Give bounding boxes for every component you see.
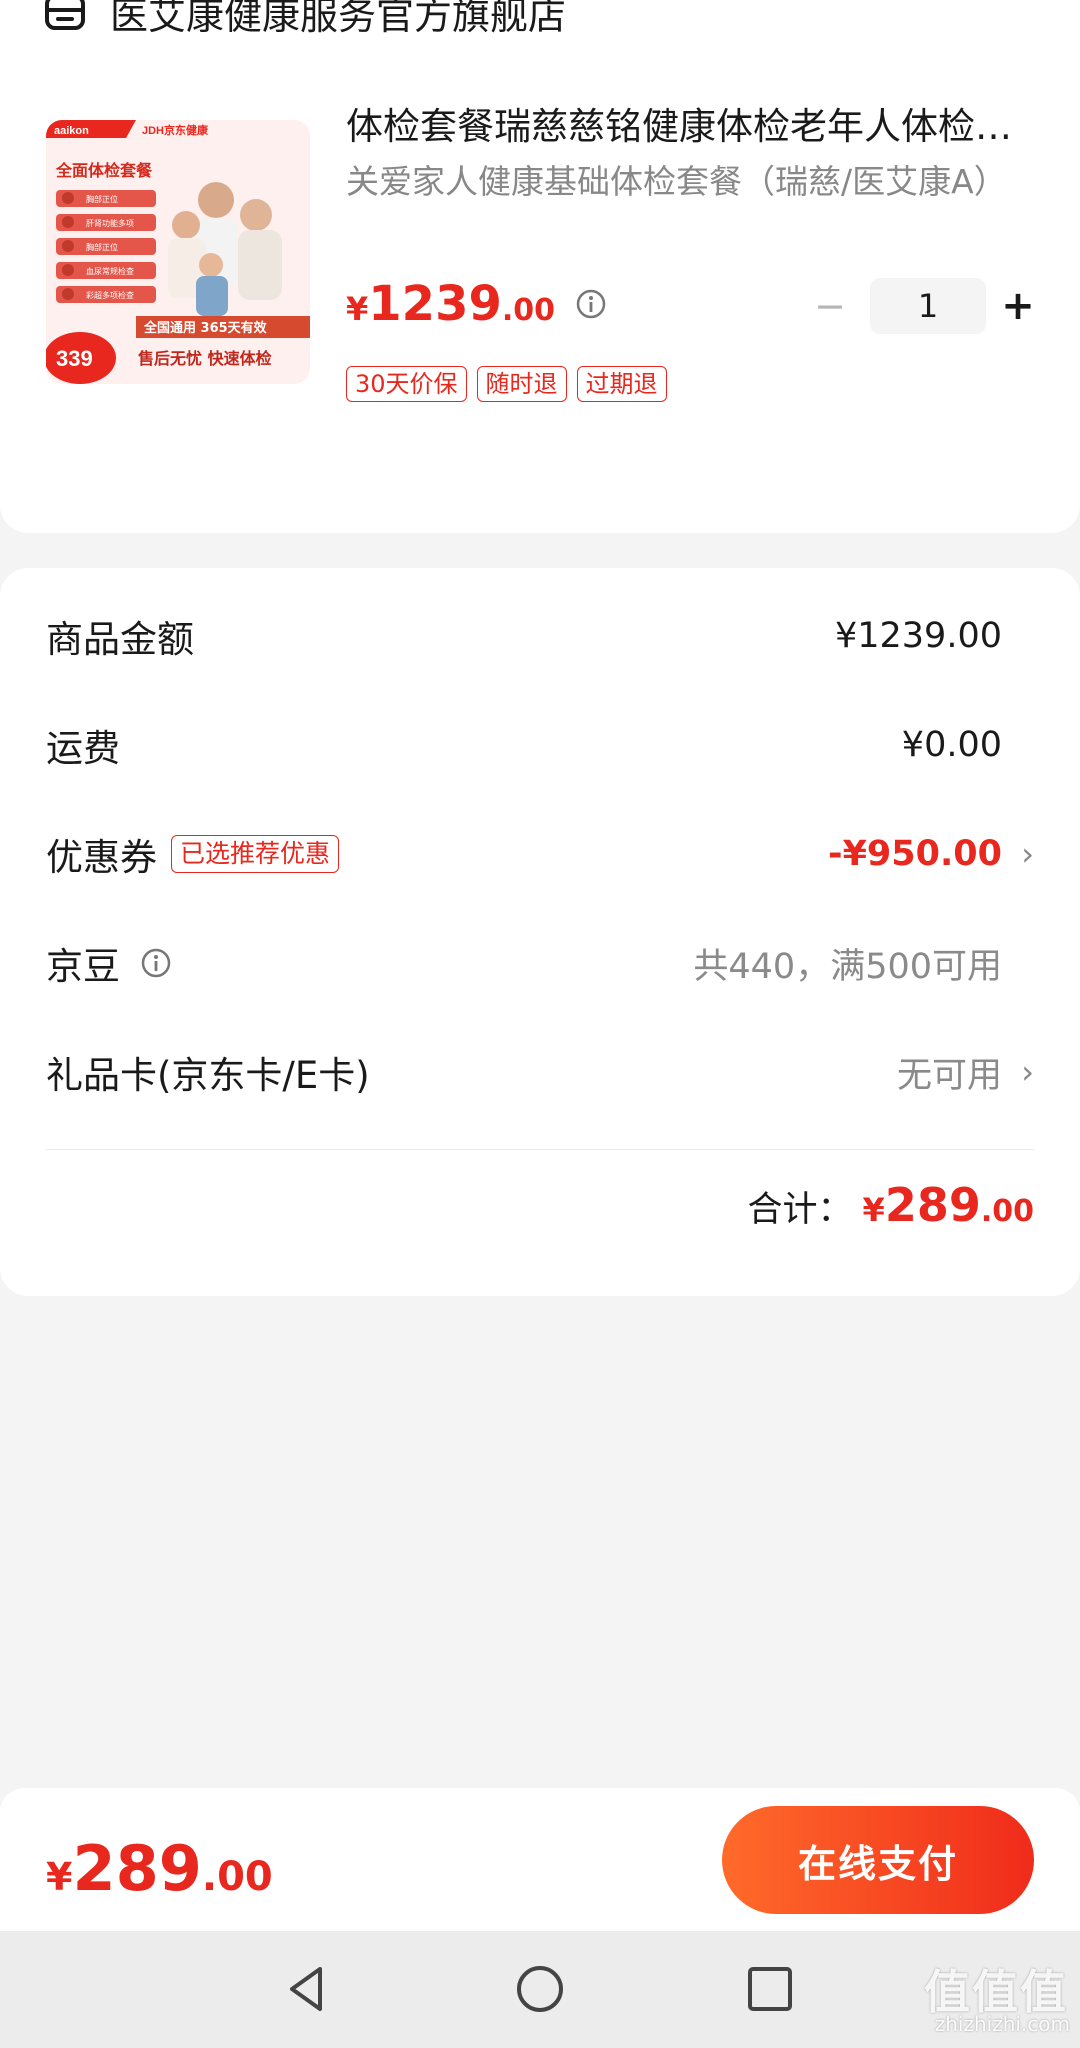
store-header[interactable]: 医艾康健康服务官方旗舰店 (44, 0, 566, 40)
image-check-1: 胸部正位 (86, 194, 118, 204)
shipping-label: 运费 (46, 727, 120, 770)
image-brand-left: aaikon (54, 125, 89, 137)
tag-refund-expired: 过期退 (576, 366, 667, 402)
gift-card-row[interactable]: 礼品卡(京东卡/E卡) 无可用 › (46, 1042, 1034, 1102)
product-subtitle: 关爱家人健康基础体检套餐（瑞慈/医艾康A） (346, 162, 1007, 201)
quantity-decrease-button[interactable]: − (810, 284, 850, 328)
image-badge-price: 339 (56, 346, 93, 371)
coupon-label: 优惠券 (46, 836, 157, 879)
chevron-right-icon: › (1021, 835, 1034, 873)
watermark-url: zhizhizhi.com (934, 2012, 1070, 2036)
total-currency: ¥ (862, 1191, 885, 1229)
coupon-row[interactable]: 优惠券 已选推荐优惠 -¥950.00 › (46, 824, 1034, 884)
image-check-3: 胸部正位 (86, 242, 118, 252)
goods-amount-label: 商品金额 (46, 618, 194, 661)
coupon-recommended-badge: 已选推荐优惠 (171, 835, 340, 873)
coupon-value: -¥950.00 (828, 834, 1002, 874)
checkout-price: ¥ 289 .00 (46, 1832, 273, 1905)
total-label: 合计： (747, 1190, 853, 1230)
recents-icon[interactable] (742, 1961, 798, 2017)
checkout-bar: ¥ 289 .00 在线支付 (0, 1788, 1080, 1931)
product-title[interactable]: 体检套餐瑞慈慈铭健康体检老年人体检套餐 (346, 96, 1036, 150)
image-heading: 全面体检套餐 (55, 161, 153, 180)
image-brand-right: JDH京东健康 (142, 123, 209, 137)
price-currency: ¥ (346, 290, 369, 328)
quantity-stepper: − 1 + (810, 278, 1038, 334)
product-image[interactable]: aaikon JDH京东健康 全面体检套餐 胸部正位 肝肾功能多项 胸部正位 血… (46, 120, 310, 384)
shipping-value: ¥0.00 (901, 725, 1002, 765)
tag-refund-anytime: 随时退 (476, 366, 567, 402)
goods-amount-value: ¥1239.00 (834, 616, 1002, 656)
total-row: 合计： ¥ 289 .00 (748, 1178, 1034, 1232)
checkout-currency: ¥ (46, 1855, 73, 1899)
price-decimal: .00 (501, 293, 556, 328)
quantity-increase-button[interactable]: + (998, 283, 1038, 329)
product-card: 医艾康健康服务官方旗舰店 aaikon JDH京东健康 全面体检套餐 胸部正位 … (0, 0, 1080, 533)
beans-info-icon[interactable] (140, 947, 172, 979)
price-integer: 1239 (368, 276, 502, 332)
image-check-4: 血尿常规检查 (86, 266, 134, 276)
checkout-decimal: .00 (201, 1854, 273, 1900)
checkout-integer: 289 (72, 1832, 202, 1905)
system-nav-bar (0, 1931, 1080, 2048)
summary-divider (46, 1149, 1034, 1150)
shipping-row: 运费 ¥0.00 (46, 715, 1034, 775)
gift-card-value: 无可用 (896, 1055, 1002, 1096)
store-icon (45, 0, 85, 30)
price-info-icon[interactable] (575, 288, 607, 320)
order-summary-card: 商品金额 ¥1239.00 运费 ¥0.00 优惠券 已选推荐优惠 -¥950.… (0, 568, 1080, 1296)
chevron-right-icon: › (1021, 1053, 1034, 1091)
image-check-5: 彩超多项检查 (86, 290, 134, 300)
pay-online-button[interactable]: 在线支付 (722, 1806, 1034, 1914)
home-icon[interactable] (512, 1961, 568, 2017)
tag-price-protect: 30天价保 (346, 366, 467, 402)
store-name: 医艾康健康服务官方旗舰店 (110, 0, 567, 38)
goods-amount-row: 商品金额 ¥1239.00 (46, 606, 1034, 666)
total-integer: 289 (884, 1178, 981, 1232)
image-check-2: 肝肾功能多项 (86, 218, 134, 228)
gift-card-label: 礼品卡(京东卡/E卡) (46, 1054, 370, 1097)
jd-beans-value: 共440，满500可用 (693, 946, 1002, 987)
service-tags: 30天价保 随时退 过期退 (346, 366, 667, 402)
image-promo: 全国通用 365天有效 (143, 320, 268, 336)
image-footer: 售后无忧 快速体检 (138, 349, 272, 368)
back-icon[interactable] (280, 1961, 336, 2017)
jd-beans-row: 京豆 共440，满500可用 (46, 933, 1034, 993)
quantity-input[interactable]: 1 (870, 278, 986, 334)
total-decimal: .00 (980, 1194, 1034, 1229)
product-price: ¥ 1239 .00 (346, 276, 607, 332)
jd-beans-label: 京豆 (46, 945, 120, 988)
